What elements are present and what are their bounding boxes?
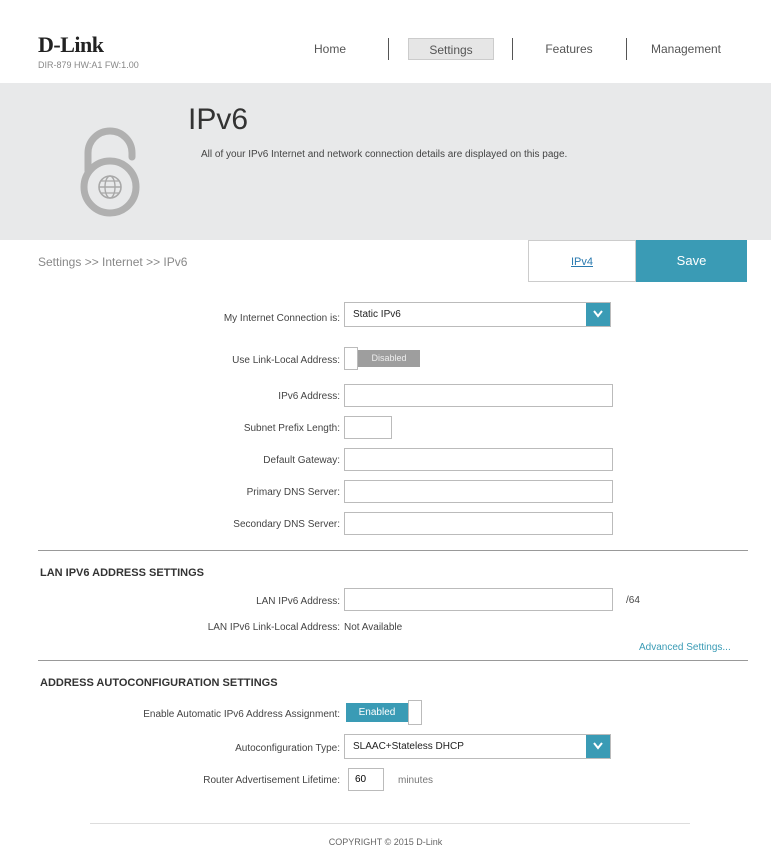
nav-separator xyxy=(512,38,513,60)
primary-dns-label: Primary DNS Server: xyxy=(246,487,340,498)
tab-management[interactable]: Management xyxy=(640,38,732,60)
tab-settings[interactable]: Settings xyxy=(408,38,494,60)
ipv6-address-label: IPv6 Address: xyxy=(278,391,340,402)
primary-dns-input[interactable] xyxy=(344,480,613,503)
connection-type-select[interactable]: Static IPv6 xyxy=(344,302,611,327)
lan-ipv6-address-input[interactable] xyxy=(344,588,613,611)
link-local-toggle[interactable]: Disabled xyxy=(344,347,424,370)
ra-lifetime-label: Router Advertisement Lifetime: xyxy=(203,775,340,786)
secondary-dns-input[interactable] xyxy=(344,512,613,535)
top-nav: Home Settings Features Management xyxy=(0,38,771,62)
ra-lifetime-input[interactable] xyxy=(348,768,384,791)
nav-separator xyxy=(388,38,389,60)
lan-section-title: LAN IPV6 ADDRESS SETTINGS xyxy=(40,567,205,579)
lock-globe-icon xyxy=(74,125,146,217)
default-gateway-input[interactable] xyxy=(344,448,613,471)
autoconfig-type-value: SLAAC+Stateless DHCP xyxy=(353,741,464,752)
lan-link-local-value: Not Available xyxy=(344,622,403,633)
auto-assign-state: Enabled xyxy=(346,703,408,722)
page-title: IPv6 xyxy=(188,103,249,136)
default-gateway-label: Default Gateway: xyxy=(263,455,340,466)
secondary-dns-label: Secondary DNS Server: xyxy=(233,519,340,530)
lan-link-local-label: LAN IPv6 Link-Local Address: xyxy=(207,622,340,633)
save-button[interactable]: Save xyxy=(636,240,747,282)
link-local-state: Disabled xyxy=(358,350,420,367)
subnet-prefix-input[interactable] xyxy=(344,416,392,439)
auto-assign-toggle[interactable]: Enabled xyxy=(346,700,426,726)
lan-prefix-suffix: /64 xyxy=(626,595,640,606)
chevron-down-icon[interactable] xyxy=(586,735,610,758)
ipv4-link-button[interactable]: IPv4 xyxy=(528,240,636,282)
connection-type-label: My Internet Connection is: xyxy=(223,313,340,324)
page-description: All of your IPv6 Internet and network co… xyxy=(201,149,568,160)
page-banner: IPv6 All of your IPv6 Internet and netwo… xyxy=(0,83,771,240)
tab-home[interactable]: Home xyxy=(300,38,360,60)
connection-type-value: Static IPv6 xyxy=(353,309,401,320)
ra-lifetime-unit: minutes xyxy=(398,775,434,786)
chevron-down-icon[interactable] xyxy=(586,303,610,326)
ipv6-address-input[interactable] xyxy=(344,384,613,407)
section-divider xyxy=(38,660,748,661)
toggle-knob[interactable] xyxy=(408,700,422,725)
advanced-settings-link[interactable]: Advanced Settings... xyxy=(639,642,731,653)
toggle-knob[interactable] xyxy=(344,347,358,370)
autoconfig-type-select[interactable]: SLAAC+Stateless DHCP xyxy=(344,734,611,759)
autoconfig-section-title: ADDRESS AUTOCONFIGURATION SETTINGS xyxy=(40,677,278,689)
section-divider xyxy=(38,550,748,551)
subnet-prefix-label: Subnet Prefix Length: xyxy=(243,423,340,434)
autoconfig-type-label: Autoconfiguration Type: xyxy=(235,743,340,754)
lan-ipv6-address-label: LAN IPv6 Address: xyxy=(256,596,340,607)
nav-separator xyxy=(626,38,627,60)
link-local-label: Use Link-Local Address: xyxy=(232,355,340,366)
tab-features[interactable]: Features xyxy=(536,38,602,60)
auto-assign-label: Enable Automatic IPv6 Address Assignment… xyxy=(143,709,340,720)
breadcrumb: Settings >> Internet >> IPv6 xyxy=(38,255,188,269)
copyright: COPYRIGHT © 2015 D-Link xyxy=(328,837,443,847)
footer-divider xyxy=(90,823,690,824)
